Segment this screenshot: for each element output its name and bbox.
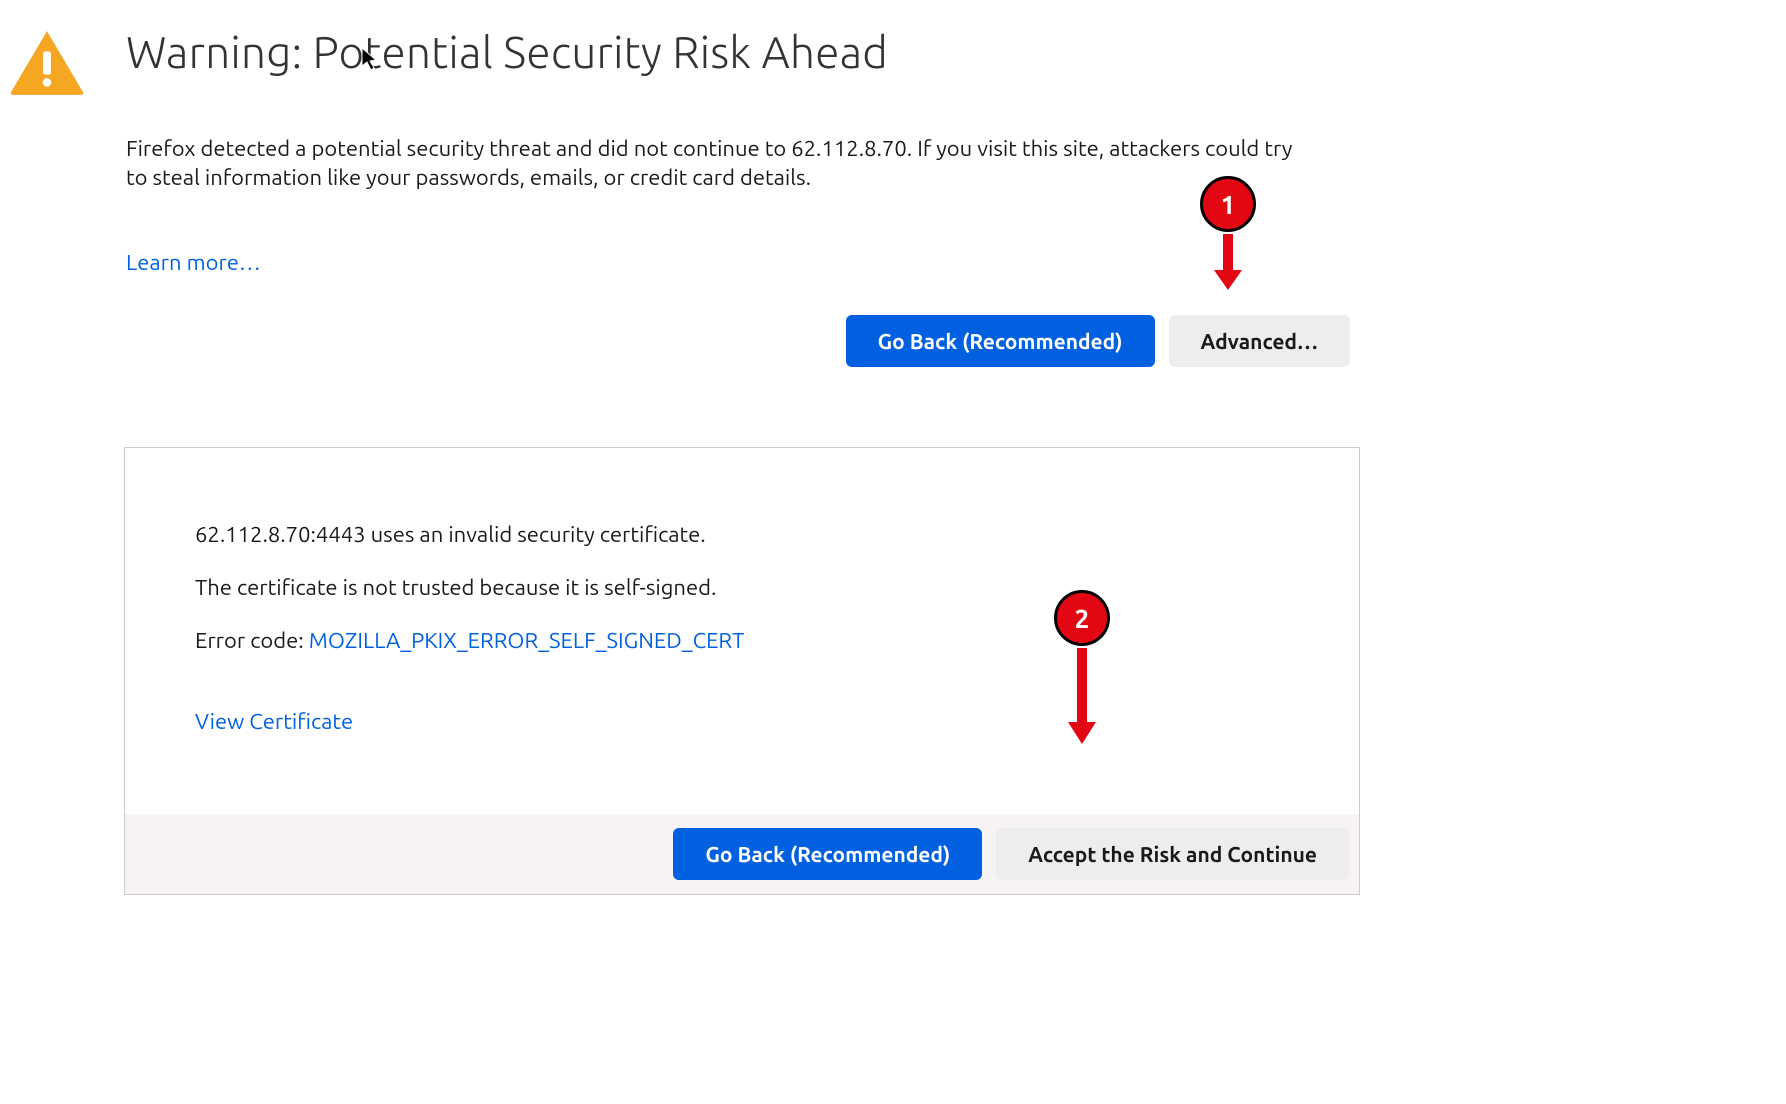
warning-description: Firefox detected a potential security th… [126,135,1296,192]
error-code-label: Error code: [195,628,309,653]
error-code-link[interactable]: MOZILLA_PKIX_ERROR_SELF_SIGNED_CERT [309,628,745,653]
annotation-callout-1: 1 [1200,176,1256,232]
accept-risk-button[interactable]: Accept the Risk and Continue [996,828,1349,880]
advanced-content: 62.112.8.70:4443 uses an invalid securit… [125,448,1359,814]
page-title: Warning: Potential Security Risk Ahead [126,28,1360,77]
callout-2-label: 2 [1075,604,1090,633]
annotation-arrow-2-icon [1064,646,1100,746]
annotation-arrow-1-icon [1210,232,1246,292]
mouse-cursor-icon [360,46,380,72]
primary-button-row: Go Back (Recommended) Advanced… [126,315,1360,367]
not-trusted-text: The certificate is not trusted because i… [195,575,1289,600]
advanced-button[interactable]: Advanced… [1169,315,1350,367]
callout-1-label: 1 [1221,190,1236,219]
go-back-button-2[interactable]: Go Back (Recommended) [673,828,982,880]
invalid-cert-text: 62.112.8.70:4443 uses an invalid securit… [195,522,1289,547]
go-back-button[interactable]: Go Back (Recommended) [846,315,1155,367]
error-code-line: Error code: MOZILLA_PKIX_ERROR_SELF_SIGN… [195,628,1289,653]
security-warning-page: Warning: Potential Security Risk Ahead F… [0,0,1360,895]
learn-more-link[interactable]: Learn more… [126,250,261,275]
warning-triangle-icon [8,28,86,98]
annotation-callout-2: 2 [1054,590,1110,646]
view-certificate-link[interactable]: View Certificate [195,709,353,734]
advanced-button-row: Go Back (Recommended) Accept the Risk an… [125,814,1359,894]
advanced-panel: 62.112.8.70:4443 uses an invalid securit… [124,447,1360,895]
